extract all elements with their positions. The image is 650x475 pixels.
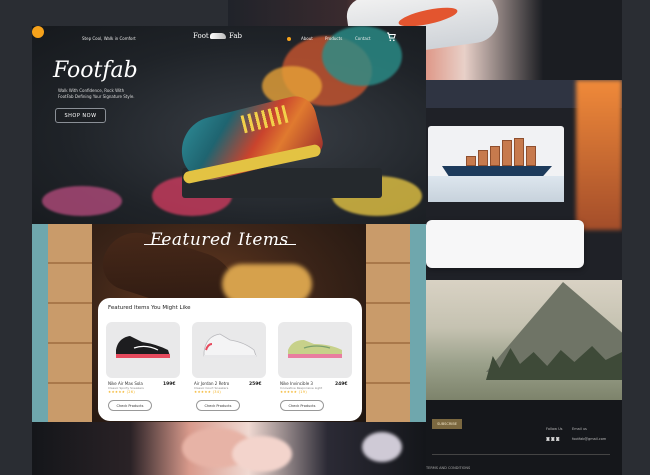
brand-logo-right[interactable]: Fab: [229, 32, 242, 40]
ship-hull-image: [442, 166, 552, 176]
subscribe-button[interactable]: SUBSCRIBE: [432, 419, 462, 429]
brand-logo-left[interactable]: Foot: [193, 32, 209, 40]
check-products-button[interactable]: Check Products: [196, 400, 240, 411]
nav-products[interactable]: Products: [325, 36, 342, 41]
container-image: [478, 150, 488, 166]
background-preview-bottom: [32, 422, 426, 475]
card-title: Featured Items You Might Like: [108, 305, 191, 311]
teal-strip: [410, 224, 426, 422]
paint-splash: [42, 186, 122, 216]
preview-orange-panel: [576, 80, 622, 230]
hero-subtitle: Walk With Confidence, Rock With: [58, 88, 125, 93]
product-price: 259€: [249, 382, 262, 387]
hero-subtitle: FootFab Defining Your Signature Style.: [58, 94, 135, 99]
background-preview-right: [426, 80, 622, 475]
sneaker-black-image: [116, 336, 170, 358]
title-underline: [274, 244, 296, 245]
teal-strip: [32, 224, 48, 422]
hero-title: Footfab: [53, 58, 138, 83]
cart-icon[interactable]: [386, 32, 396, 42]
tagline: Step Cool, Walk in Comfort: [82, 36, 136, 41]
product-rating: ★★★★★ (19): [280, 390, 307, 394]
nav-contact[interactable]: Contact: [355, 36, 371, 41]
sea-image: [428, 176, 564, 202]
container-image: [490, 146, 500, 166]
email-us-label: Email us: [572, 427, 587, 431]
smoke-image: [232, 436, 292, 472]
product-price: 249€: [335, 382, 348, 387]
nav-about[interactable]: About: [301, 36, 313, 41]
smoke-image: [362, 432, 402, 462]
social-icons[interactable]: ◙◙◙: [546, 436, 561, 441]
shop-now-button[interactable]: SHOP NOW: [55, 108, 106, 123]
container-image: [502, 140, 512, 166]
product-price: 199€: [163, 382, 176, 387]
nav-active-indicator: [287, 37, 291, 41]
footer-divider: [432, 454, 610, 455]
terms-link[interactable]: TERMS AND CONDITIONS: [426, 466, 470, 470]
preview-white-card: [426, 220, 584, 268]
product-rating: ★★★★★ (26): [108, 390, 135, 394]
shoe-logo-icon[interactable]: [210, 33, 226, 39]
sneaker-white-image: [203, 333, 257, 358]
container-image: [526, 146, 536, 166]
sneaker-green-image: [288, 340, 342, 358]
container-image: [514, 138, 524, 166]
check-products-button[interactable]: Check Products: [108, 400, 152, 411]
email-link[interactable]: footfab@gmail.com: [572, 437, 606, 441]
follow-us-label: Follow Us: [546, 427, 563, 431]
hero-section: [32, 26, 426, 224]
container-image: [466, 156, 476, 166]
featured-title: Featured Items: [150, 230, 289, 250]
accent-dot: [32, 26, 44, 38]
check-products-button[interactable]: Check Products: [280, 400, 324, 411]
product-rating: ★★★★★ (34): [194, 390, 221, 394]
